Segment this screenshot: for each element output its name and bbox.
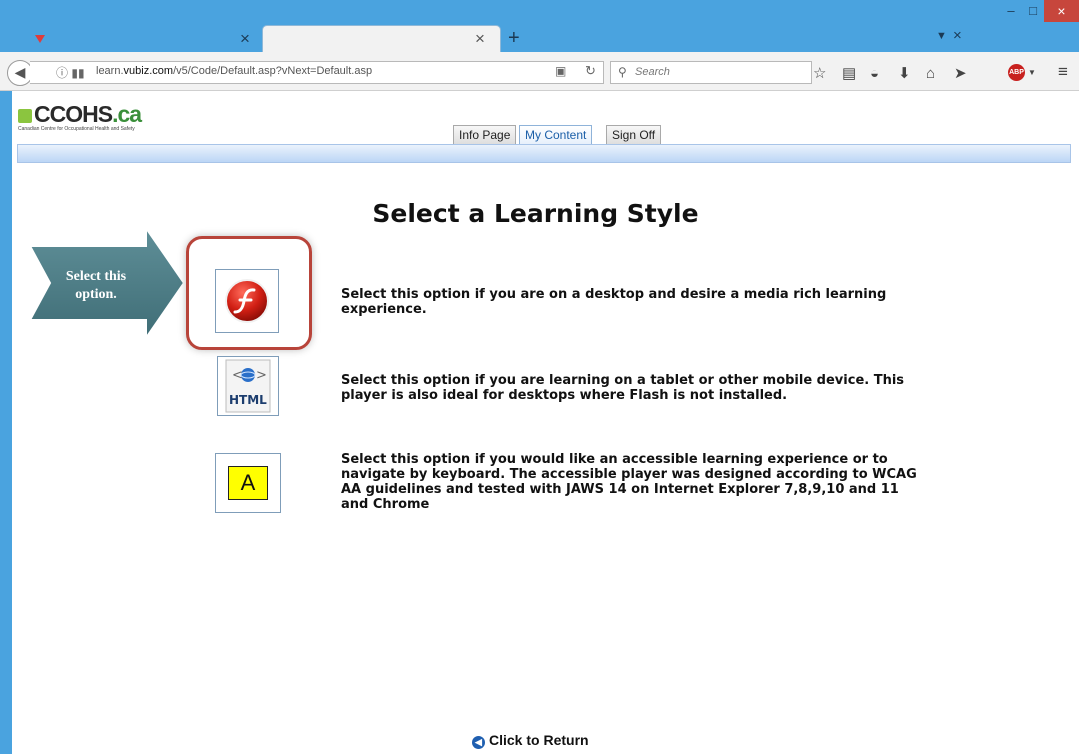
tab-my-content[interactable]: My Content xyxy=(519,125,593,144)
reader-view-icon[interactable]: ▣ xyxy=(555,64,566,78)
adblock-plus-icon[interactable]: ABP xyxy=(1008,64,1025,81)
url-text[interactable]: learn.vubiz.com/v5/Code/Default.asp?vNex… xyxy=(96,65,372,77)
download-icon[interactable]: ⬇ xyxy=(898,66,911,81)
home-icon[interactable]: ⌂ xyxy=(926,66,935,81)
accessible-player-button[interactable]: A xyxy=(215,453,281,513)
logo-subtitle: Canadian Centre for Occupational Health … xyxy=(18,126,135,132)
browser-tab-active[interactable]: × xyxy=(262,25,501,53)
window-close-button[interactable]: × xyxy=(1044,0,1079,22)
search-icon: ⚲ xyxy=(618,65,627,79)
return-label: Click to Return xyxy=(489,732,589,748)
pocket-icon[interactable]: ◒ xyxy=(870,66,879,81)
new-tab-button[interactable]: + xyxy=(508,26,520,50)
click-to-return-link[interactable]: ◀ Click to Return xyxy=(472,732,589,749)
accessible-player-icon: A xyxy=(228,466,268,500)
tab-close-icon[interactable]: × xyxy=(475,29,485,49)
ccohs-logo[interactable]: CCOHS.ca Canadian Centre for Occupationa… xyxy=(18,103,142,132)
page-title: Select a Learning Style xyxy=(372,199,699,228)
search-placeholder: Search xyxy=(635,66,670,78)
flash-player-button[interactable] xyxy=(215,269,279,333)
chevron-down-icon[interactable]: ▼ xyxy=(1028,68,1036,77)
tab-sign-off[interactable]: Sign Off xyxy=(606,125,662,144)
close-icon[interactable]: × xyxy=(953,27,962,44)
callout-line-2: option. xyxy=(75,287,117,302)
browser-tab-inactive[interactable]: × xyxy=(0,26,265,52)
return-arrow-icon: ◀ xyxy=(472,736,485,749)
window-maximize-button[interactable]: □ xyxy=(1022,0,1044,22)
ccohs-logo-icon xyxy=(18,109,32,123)
window-minimize-button[interactable]: – xyxy=(1000,0,1022,22)
page-content: CCOHS.ca Canadian Centre for Occupationa… xyxy=(12,91,1079,754)
site-info-icon[interactable]: ⓘ ▮▮ xyxy=(56,64,85,81)
pocket-favicon-icon xyxy=(35,35,45,43)
svg-text:>: > xyxy=(256,368,267,383)
header-ribbon xyxy=(17,144,1071,163)
option-html-description: Select this option if you are learning o… xyxy=(341,373,905,403)
html-player-button[interactable]: < > HTML xyxy=(217,356,279,416)
flash-player-icon xyxy=(225,279,269,323)
bookmarks-list-icon[interactable]: ▤ xyxy=(842,66,856,81)
html-icon-label: HTML xyxy=(229,393,267,407)
option-flash-description: Select this option if you are on a deskt… xyxy=(341,287,887,317)
callout-arrow: Select this option. xyxy=(26,224,186,346)
browser-titlebar: × × + ▼ × – □ × xyxy=(0,0,1079,53)
bookmark-star-icon[interactable]: ☆ xyxy=(813,66,826,81)
callout-line-1: Select this xyxy=(65,269,127,284)
arrow-left-icon: ◀ xyxy=(14,64,26,80)
tab-close-icon[interactable]: × xyxy=(240,29,250,49)
reload-icon[interactable]: ↻ xyxy=(585,63,596,79)
tab-info-page[interactable]: Info Page xyxy=(453,125,517,144)
url-bar[interactable]: ⓘ ▮▮ learn.vubiz.com/v5/Code/Default.asp… xyxy=(30,61,604,84)
send-icon[interactable]: ➤ xyxy=(954,66,967,81)
browser-navbar: ◀ ⓘ ▮▮ learn.vubiz.com/v5/Code/Default.a… xyxy=(0,52,1079,91)
menu-hamburger-icon[interactable]: ≡ xyxy=(1058,63,1068,80)
option-accessible-description: Select this option if you would like an … xyxy=(341,452,917,512)
search-bar[interactable]: ⚲ Search xyxy=(610,61,812,84)
list-all-tabs-icon[interactable]: ▼ xyxy=(936,30,947,42)
